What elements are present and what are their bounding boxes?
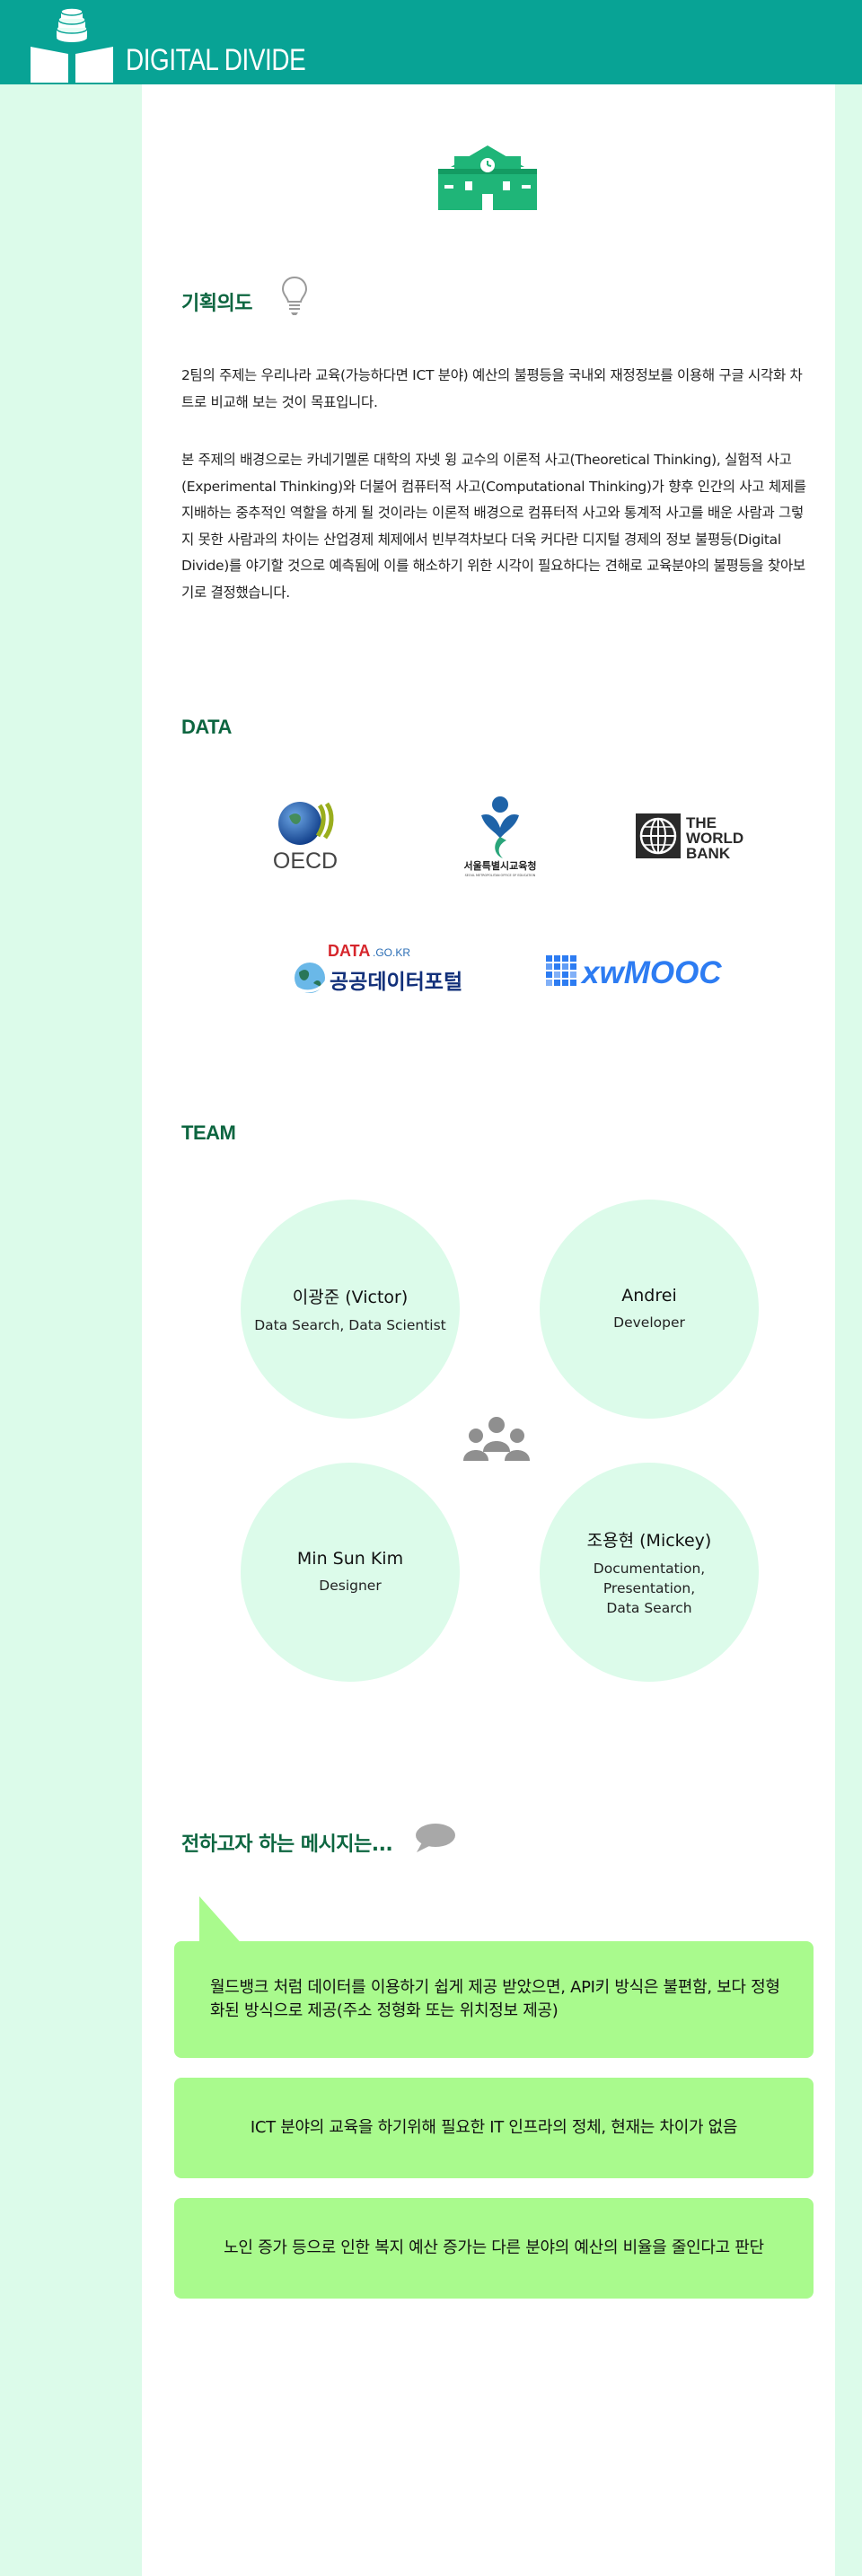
member-name: Andrei (621, 1286, 677, 1306)
message-text: ICT 분야의 교육을 하기위해 필요한 IT 인프라의 정체, 현재는 차이가… (250, 2118, 738, 2137)
datago-logo-name: 공공데이터포털 (330, 971, 462, 994)
message-bubble: 노인 증가 등으로 인한 복지 예산 증가는 다른 분야의 예산의 비율을 줄인… (174, 2198, 814, 2299)
member-name: 조용현 (Mickey) (586, 1530, 712, 1551)
team-member-card: 조용현 (Mickey) Documentation, Presentation… (540, 1463, 759, 1682)
speech-bubble-icon (416, 1824, 455, 1852)
member-name: 이광준 (Victor) (292, 1287, 409, 1307)
message-bubble: ICT 분야의 교육을 하기위해 필요한 IT 인프라의 정체, 현재는 차이가… (174, 2078, 814, 2178)
plan-section-title: 기획의도 (181, 293, 252, 315)
member-role: Data Search, Data Scientist (254, 1316, 446, 1333)
team-member-card: Andrei Developer (540, 1200, 759, 1419)
team-section-title: TEAM (181, 1121, 236, 1144)
datago-logo-top: DATA (328, 942, 370, 960)
seoul-education-logo[interactable]: 서울특별시교육청 SEOUL METROPOLITAN OFFICE OF ED… (451, 792, 550, 878)
plan-paragraph-2: 본 주제의 배경으로는 카네기멜론 대학의 자넷 윙 교수의 이론적 사고(Th… (181, 452, 806, 601)
oecd-logo-text: OECD (273, 848, 338, 872)
school-icon (438, 145, 537, 210)
data-go-kr-logo[interactable]: DATA .GO.KR 공공데이터포털 (290, 942, 470, 996)
lightbulb-icon (281, 276, 308, 315)
member-role: Designer (319, 1578, 382, 1594)
member-role: Documentation, Presentation, Data Search (593, 1560, 706, 1616)
member-name: Min Sun Kim (296, 1549, 404, 1569)
datago-logo-suffix: .GO.KR (373, 946, 410, 959)
message-text: 노인 증가 등으로 인한 복지 예산 증가는 다른 분야의 예산의 비율을 줄인… (224, 2238, 764, 2257)
team-member-card: 이광준 (Victor) Data Search, Data Scientist (241, 1200, 460, 1419)
wb-logo-line-3: BANK (686, 845, 731, 862)
data-section-title: DATA (181, 716, 232, 738)
plan-paragraph-1: 2팀의 주제는 우리나라 교육(가능하다면 ICT 분야) 예산의 불평등을 국… (181, 367, 803, 410)
seoul-logo-subtext: SEOUL METROPOLITAN OFFICE OF EDUCATION (465, 874, 536, 877)
xwmooc-logo[interactable]: xwMOOC (544, 954, 733, 988)
main-content: 기획의도 2팀의 주제는 우리나라 교육(가능하다면 ICT 분야) 예산의 불… (142, 84, 835, 2576)
site-header: DIGITAL DIVIDE (0, 0, 862, 84)
book-coins-logo-icon[interactable] (27, 7, 117, 83)
speech-pointer (199, 1896, 244, 1947)
member-role: Developer (613, 1314, 685, 1331)
seoul-logo-text: 서울특별시교육청 (464, 859, 537, 872)
team-people-icon (463, 1417, 530, 1461)
message-section-title: 전하고자 하는 메시지는... (181, 1833, 393, 1856)
team-member-card: Min Sun Kim Designer (241, 1463, 460, 1682)
message-text: 월드뱅크 처럼 데이터를 이용하기 쉽게 제공 받았으면, API키 방식은 불… (210, 1978, 780, 2020)
message-bubble: 월드뱅크 처럼 데이터를 이용하기 쉽게 제공 받았으면, API키 방식은 불… (174, 1941, 814, 2058)
xwmooc-logo-text: xwMOOC (580, 955, 722, 988)
brand-title[interactable]: DIGITAL DIVIDE (126, 43, 306, 78)
world-bank-logo[interactable]: THE WORLD BANK (634, 810, 760, 862)
oecd-logo[interactable]: OECD (268, 796, 348, 872)
